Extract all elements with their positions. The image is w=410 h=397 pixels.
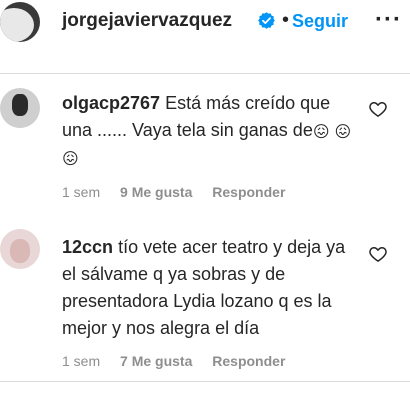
commenter-username[interactable]: 12ccn	[62, 237, 113, 257]
confounded-face-emoji: 😖	[334, 124, 352, 141]
comment-item: olgacp2767 Está más creído que una .....…	[0, 74, 410, 214]
comment-time: 1 sem	[62, 184, 101, 200]
verified-badge-icon	[258, 12, 275, 29]
like-heart-icon[interactable]	[368, 99, 388, 119]
comment-likes[interactable]: 9 Me gusta	[120, 184, 192, 200]
commenter-avatar[interactable]	[0, 88, 40, 128]
confounded-face-emoji: 😖	[62, 151, 79, 168]
confounded-face-emoji: 😖	[312, 124, 330, 141]
commenter-avatar[interactable]	[0, 229, 40, 269]
comment-meta: 1 sem 9 Me gusta Responder	[62, 184, 301, 200]
like-heart-icon[interactable]	[368, 244, 388, 264]
comment-body: olgacp2767 Está más creído que una .....…	[62, 90, 362, 171]
author-username[interactable]: jorgejaviervazquez	[62, 10, 232, 32]
more-options-icon[interactable]: ···	[375, 6, 402, 34]
reply-button[interactable]: Responder	[212, 353, 285, 369]
header-separator: •	[282, 9, 290, 31]
comment-likes[interactable]: 7 Me gusta	[120, 353, 192, 369]
commenter-username[interactable]: olgacp2767	[62, 93, 160, 113]
comment-body: 12ccn tío vete acer teatro y deja ya el …	[62, 234, 362, 342]
comment-time: 1 sem	[62, 353, 101, 369]
reply-button[interactable]: Responder	[212, 184, 285, 200]
post-header: jorgejaviervazquez • Seguir ···	[0, 0, 410, 74]
bottom-divider	[0, 381, 410, 382]
comment-item: 12ccn tío vete acer teatro y deja ya el …	[0, 214, 410, 384]
comment-meta: 1 sem 7 Me gusta Responder	[62, 353, 301, 369]
author-avatar[interactable]	[0, 2, 40, 42]
follow-button[interactable]: Seguir	[292, 11, 348, 32]
